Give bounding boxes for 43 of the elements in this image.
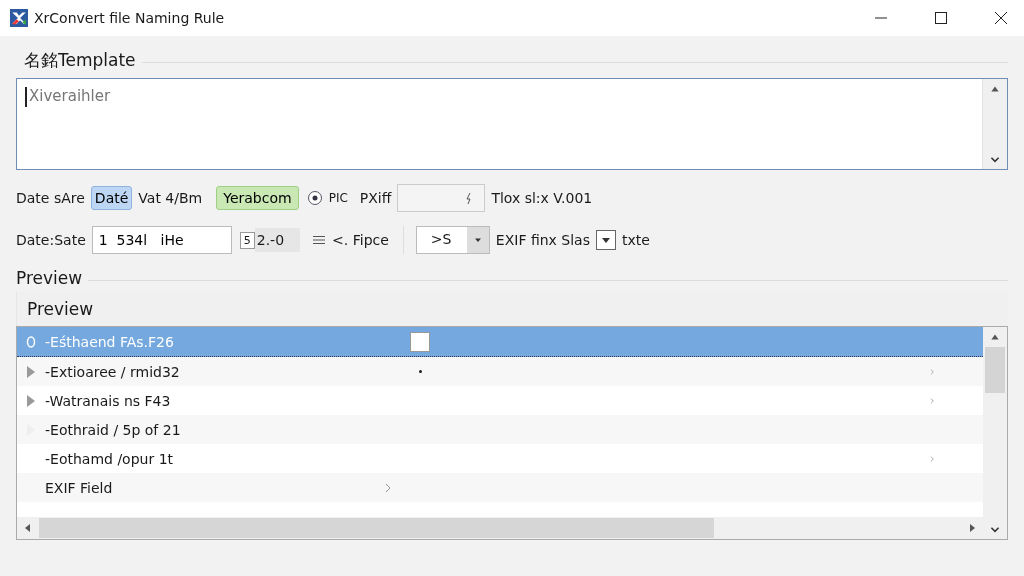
dropdown-button[interactable]	[596, 230, 616, 250]
field-text: txte	[622, 232, 650, 248]
row-text: -Extioaree / rmid32	[45, 363, 181, 380]
template-text: Xiveraihler	[29, 87, 111, 105]
combo-box[interactable]: >S	[415, 226, 490, 254]
field-label: Date:Sate	[16, 232, 86, 248]
template-field[interactable]: Xiveraihler	[16, 78, 1008, 170]
row-text: EXIF Field	[45, 479, 114, 496]
expand-icon[interactable]	[26, 393, 36, 408]
menu-icon[interactable]	[312, 235, 327, 245]
scroll-thumb[interactable]	[39, 518, 714, 538]
spin-field[interactable]	[397, 184, 486, 212]
field-text: Vat 4/Bm	[138, 190, 203, 206]
row-text: -Eśthaend FAs.F26	[45, 333, 175, 350]
token-button[interactable]: Yerabcom	[216, 186, 299, 210]
radio-label: PIC	[328, 191, 348, 205]
vertical-scrollbar[interactable]	[983, 327, 1007, 539]
group-label: Preview	[16, 268, 83, 288]
step-value-field[interactable]: 2.-0	[254, 228, 301, 252]
row-text: -Watranais ns F43	[45, 392, 172, 409]
group-label: 名銘Template	[24, 48, 136, 72]
scrollbar[interactable]	[982, 79, 1007, 169]
horizontal-scrollbar[interactable]	[17, 517, 983, 539]
field-label: EXIF finx Slas	[495, 232, 590, 248]
field-text: <. Fipce	[332, 232, 389, 248]
counter-text: Tlox sl:x V.001	[491, 190, 593, 206]
list-row[interactable]: -Extioaree / rmid32	[17, 357, 983, 386]
scroll-thumb[interactable]	[985, 347, 1005, 393]
field-label: PXiff	[359, 190, 392, 206]
text-input-field[interactable]: 1 534l iHe	[91, 226, 232, 254]
list-row[interactable]: EXIF Field	[17, 473, 983, 502]
field-label: Date sAre	[16, 190, 85, 206]
row-text: -Eothraid / 5p of 21	[45, 421, 182, 438]
circle-icon	[26, 334, 36, 349]
window-title: XrConvert file Naming Rule	[34, 10, 225, 26]
row-text: -Eothamd /opur 1t	[45, 450, 175, 467]
radio-button[interactable]	[306, 190, 323, 206]
step-button[interactable]: 5	[239, 231, 255, 249]
date-toggle-button[interactable]: Daté	[90, 186, 133, 210]
preview-header: Preview	[27, 299, 94, 319]
app-logo-icon	[10, 9, 28, 27]
list-row[interactable]: -Eothraid / 5p of 21	[17, 415, 983, 444]
expand-icon[interactable]	[26, 364, 36, 379]
